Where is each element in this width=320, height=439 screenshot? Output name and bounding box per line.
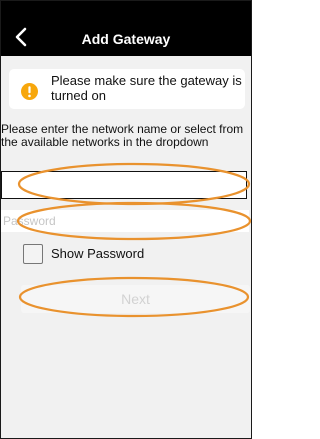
password-input[interactable] — [1, 210, 249, 232]
notice-banner: Please make sure the gateway is turned o… — [9, 69, 245, 109]
show-password-checkbox[interactable] — [23, 244, 43, 264]
info-icon — [21, 83, 38, 100]
next-button[interactable]: Next — [21, 285, 250, 313]
instructions-text: Please enter the network name or select … — [1, 122, 244, 149]
show-password-label: Show Password — [51, 246, 145, 261]
app-screen: Add Gateway Please make sure the gateway… — [0, 0, 252, 439]
header-bar: Add Gateway — [1, 1, 251, 56]
notice-text: Please make sure the gateway is turned o… — [51, 73, 242, 103]
network-name-input[interactable] — [1, 171, 247, 199]
page-title: Add Gateway — [81, 31, 171, 47]
